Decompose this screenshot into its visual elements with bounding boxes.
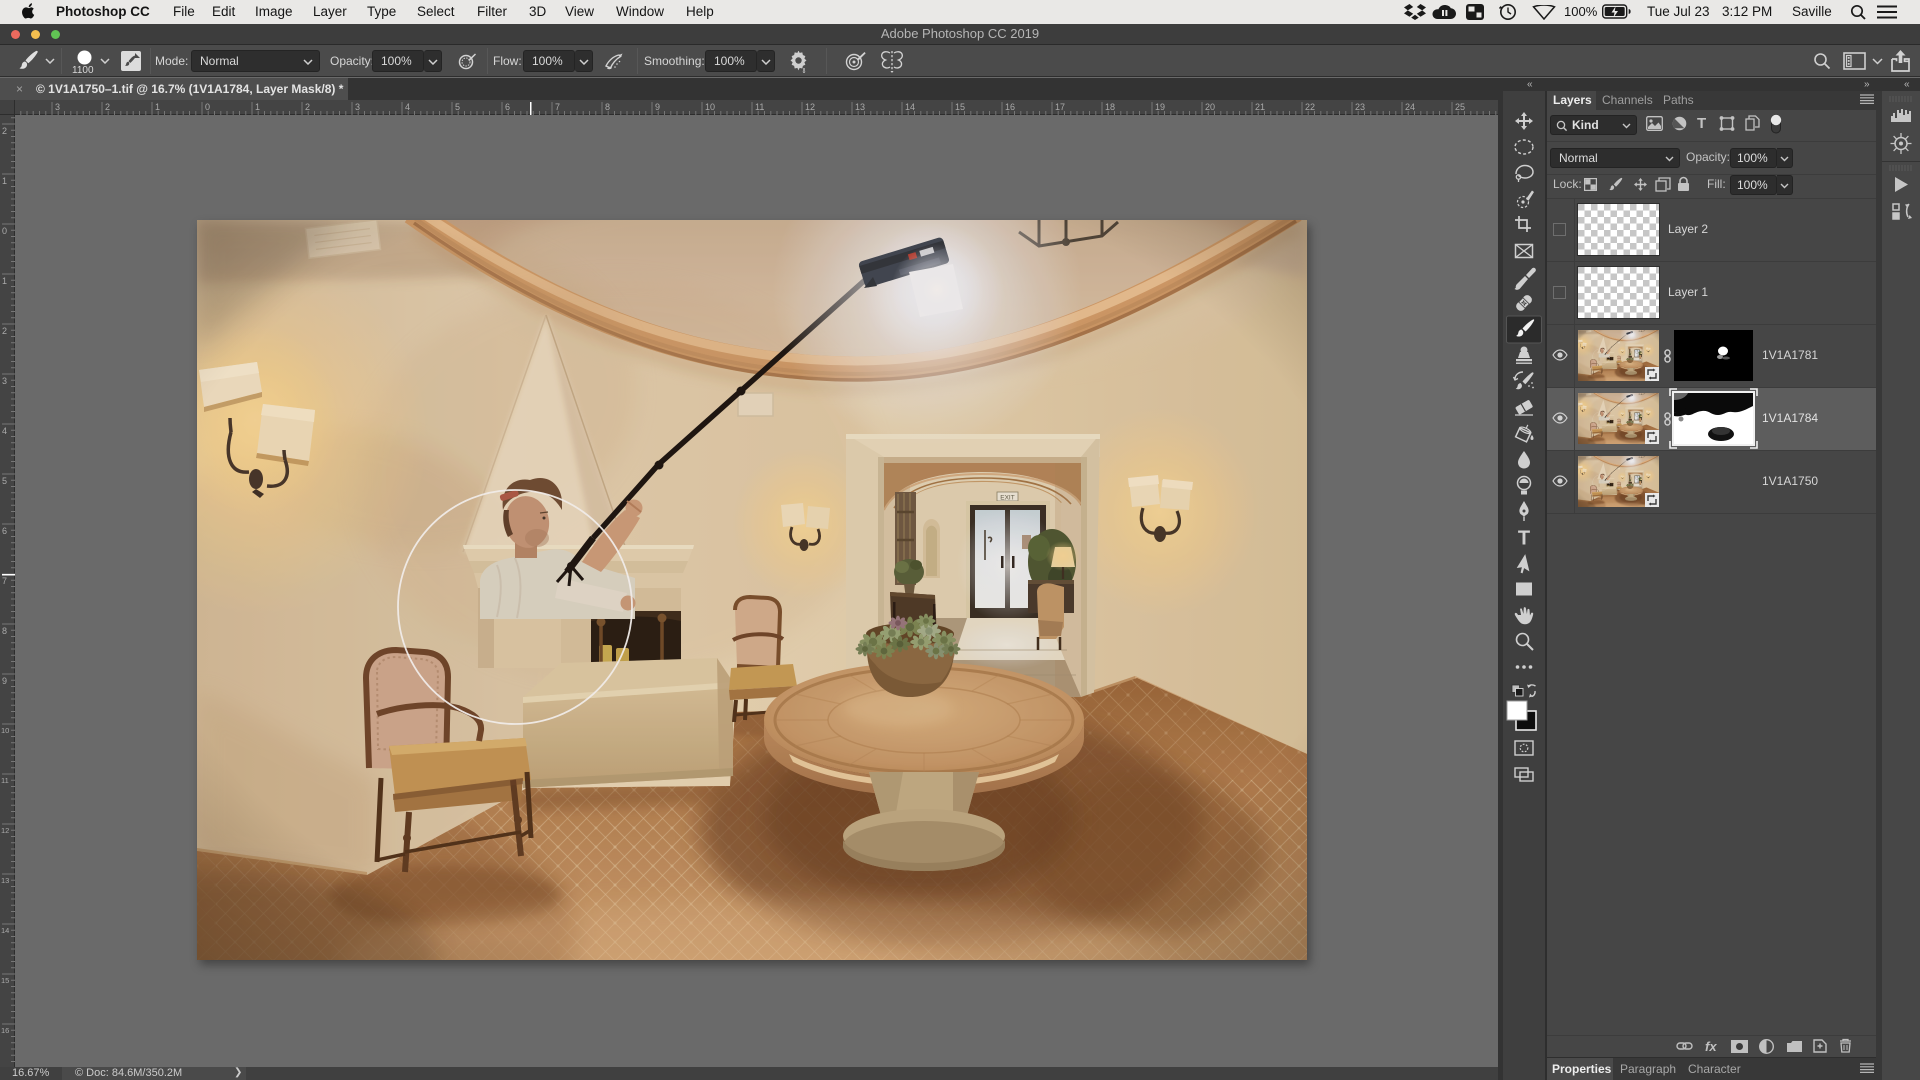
svg-text:18: 18	[1105, 102, 1115, 112]
svg-text:2: 2	[2, 126, 7, 136]
svg-text:11: 11	[755, 102, 764, 112]
svg-text:14: 14	[905, 102, 915, 112]
svg-text:16: 16	[1005, 102, 1015, 112]
svg-text:7: 7	[2, 576, 7, 586]
svg-text:8: 8	[605, 102, 610, 112]
svg-text:21: 21	[1255, 102, 1265, 112]
svg-text:10: 10	[1, 726, 9, 735]
svg-text:15: 15	[955, 102, 965, 112]
svg-text:12: 12	[1, 826, 9, 835]
svg-text:7: 7	[555, 102, 560, 112]
svg-text:0: 0	[2, 226, 7, 236]
svg-text:9: 9	[655, 102, 660, 112]
svg-text:4: 4	[405, 102, 410, 112]
svg-text:24: 24	[1405, 102, 1415, 112]
svg-text:5: 5	[2, 476, 7, 486]
svg-text:11: 11	[1, 776, 9, 785]
svg-text:1: 1	[2, 176, 7, 186]
svg-text:6: 6	[505, 102, 510, 112]
svg-text:0: 0	[205, 102, 210, 112]
svg-text:8: 8	[2, 626, 7, 636]
svg-text:14: 14	[1, 926, 9, 935]
svg-text:16: 16	[1, 1026, 9, 1035]
svg-text:2: 2	[105, 102, 110, 112]
svg-text:1: 1	[255, 102, 260, 112]
svg-text:15: 15	[1, 976, 9, 985]
svg-text:1: 1	[2, 276, 7, 286]
svg-text:1: 1	[155, 102, 160, 112]
svg-text:3: 3	[355, 102, 360, 112]
svg-text:10: 10	[705, 102, 715, 112]
svg-text:13: 13	[855, 102, 865, 112]
svg-text:12: 12	[805, 102, 815, 112]
svg-text:22: 22	[1305, 102, 1315, 112]
svg-text:9: 9	[2, 676, 7, 686]
svg-text:17: 17	[1055, 102, 1065, 112]
svg-text:3: 3	[2, 376, 7, 386]
svg-text:T: T	[1518, 528, 1530, 550]
svg-text:2: 2	[2, 326, 7, 336]
svg-text:5: 5	[455, 102, 460, 112]
svg-text:4: 4	[2, 426, 7, 436]
svg-text:20: 20	[1205, 102, 1215, 112]
svg-text:25: 25	[1455, 102, 1465, 112]
svg-text:6: 6	[2, 526, 7, 536]
svg-text:23: 23	[1355, 102, 1365, 112]
svg-text:13: 13	[1, 876, 9, 885]
svg-text:3: 3	[55, 102, 60, 112]
svg-text:2: 2	[305, 102, 310, 112]
svg-text:19: 19	[1155, 102, 1165, 112]
